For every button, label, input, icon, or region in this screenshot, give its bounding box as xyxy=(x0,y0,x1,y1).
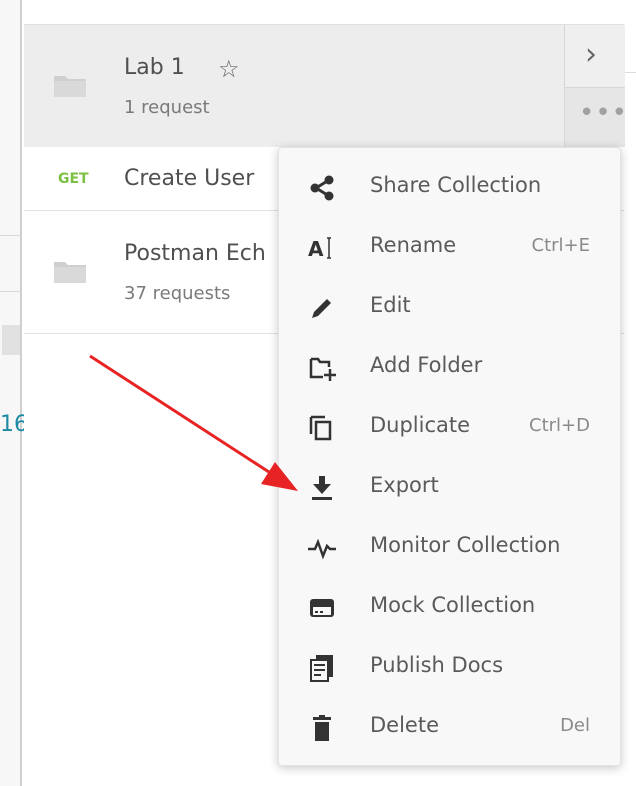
menu-item-label: Add Folder xyxy=(370,353,483,377)
request-method: GET xyxy=(58,171,89,187)
menu-item-rename[interactable]: A Rename Ctrl+E xyxy=(279,218,620,278)
menu-item-edit[interactable]: Edit xyxy=(279,278,620,338)
menu-item-share-collection[interactable]: Share Collection xyxy=(279,158,620,218)
menu-item-shortcut: Ctrl+D xyxy=(529,415,590,436)
left-panel-divider xyxy=(20,0,22,786)
menu-item-duplicate[interactable]: Duplicate Ctrl+D xyxy=(279,398,620,458)
more-actions-button[interactable]: ••• xyxy=(564,88,629,147)
menu-item-label: Delete xyxy=(370,713,439,737)
download-icon xyxy=(312,476,332,500)
menu-item-label: Rename xyxy=(370,233,457,257)
menu-item-label: Mock Collection xyxy=(370,593,536,617)
collection-name: Postman Ech xyxy=(124,241,266,266)
rename-icon: A xyxy=(308,237,331,261)
menu-item-mock-collection[interactable]: Mock Collection xyxy=(279,578,620,638)
add-folder-icon xyxy=(309,357,336,381)
duplicate-icon xyxy=(309,415,332,441)
menu-item-export[interactable]: Export xyxy=(279,458,620,518)
menu-item-shortcut: Ctrl+E xyxy=(531,235,590,256)
docs-icon xyxy=(310,655,333,682)
menu-item-monitor-collection[interactable]: Monitor Collection xyxy=(279,518,620,578)
menu-item-label: Share Collection xyxy=(370,173,542,197)
collection-request-count: 1 request xyxy=(124,97,210,118)
menu-item-label: Duplicate xyxy=(370,413,471,437)
menu-item-label: Monitor Collection xyxy=(370,533,561,557)
left-panel-separator xyxy=(0,291,22,292)
menu-item-delete[interactable]: Delete Del xyxy=(279,698,620,758)
left-panel-edge: 16 xyxy=(0,0,28,786)
folder-icon xyxy=(54,76,86,97)
menu-item-label: Edit xyxy=(370,293,411,317)
request-name: Create User xyxy=(124,166,255,191)
menu-item-publish-docs[interactable]: Publish Docs xyxy=(279,638,620,698)
trash-icon xyxy=(313,715,331,741)
star-icon[interactable]: ☆ xyxy=(218,55,240,83)
menu-item-shortcut: Del xyxy=(560,715,590,736)
menu-item-add-folder[interactable]: Add Folder xyxy=(279,338,620,398)
more-icon: ••• xyxy=(579,98,629,128)
collection-context-menu: Share Collection A Rename Ctrl+E Edit Ad… xyxy=(278,147,621,766)
expand-collection-button[interactable]: › xyxy=(564,25,625,88)
sidebar-top-row xyxy=(24,0,624,25)
monitor-icon xyxy=(308,538,336,560)
share-icon xyxy=(310,175,334,201)
left-panel-fragment xyxy=(2,325,20,355)
server-icon xyxy=(310,599,334,617)
collection-request-count: 37 requests xyxy=(124,283,231,304)
chevron-right-icon: › xyxy=(585,37,597,72)
right-panel-separator xyxy=(624,72,636,73)
collection-name: Lab 1 xyxy=(124,55,185,80)
edit-icon xyxy=(312,299,331,318)
folder-icon xyxy=(54,262,86,283)
svg-text:A: A xyxy=(308,237,324,261)
menu-item-label: Publish Docs xyxy=(370,653,504,677)
left-panel-separator xyxy=(0,235,22,236)
collection-row-lab1[interactable]: Lab 1 ☆ 1 request › ••• xyxy=(24,25,629,147)
menu-item-label: Export xyxy=(370,473,439,497)
